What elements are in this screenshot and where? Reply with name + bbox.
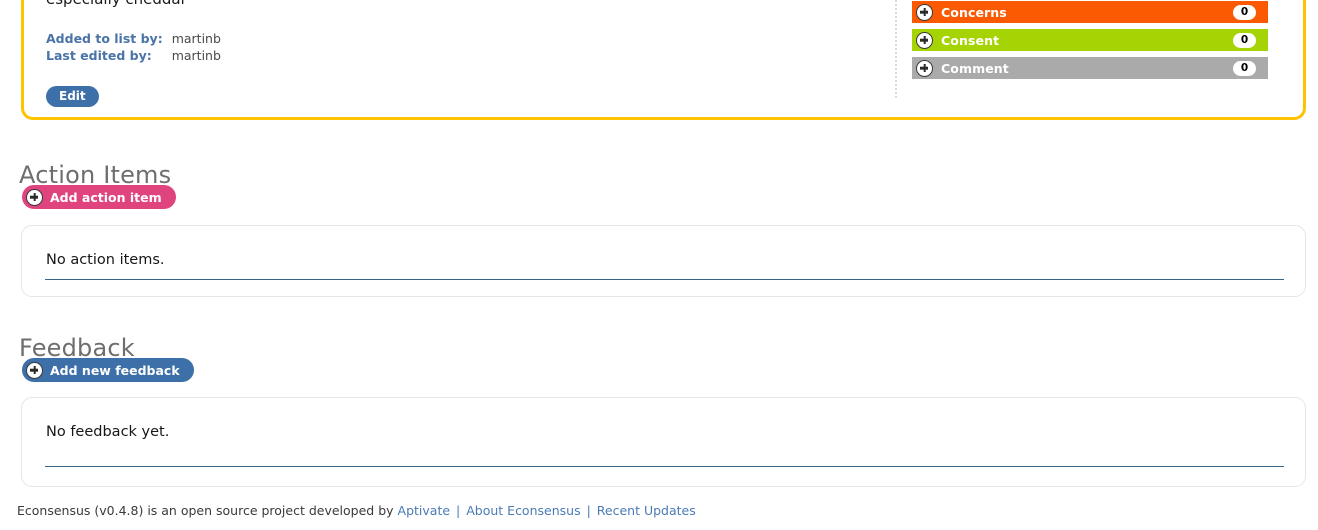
decision-meta-table: Added to list by: martinb Last edited by… <box>46 31 221 65</box>
decision-details: especially cheddar Added to list by: mar… <box>46 0 876 107</box>
plus-circle-icon <box>26 188 43 206</box>
footer-separator: | <box>586 503 591 518</box>
meta-row-last-edited: Last edited by: martinb <box>46 48 221 65</box>
plus-circle-icon <box>26 361 43 379</box>
decision-description: especially cheddar <box>46 0 876 9</box>
column-divider <box>895 0 897 98</box>
footer: Econsensus (v0.4.8) is an open source pr… <box>17 503 696 518</box>
footer-link-recent-updates[interactable]: Recent Updates <box>597 503 696 518</box>
plus-circle-icon <box>916 31 933 49</box>
added-to-list-by-value: martinb <box>171 31 221 46</box>
decision-card: especially cheddar Added to list by: mar… <box>21 0 1306 120</box>
page-root: especially cheddar Added to list by: mar… <box>0 0 1318 530</box>
add-consent-button[interactable]: Consent 0 <box>912 29 1268 51</box>
decision-card-inner: especially cheddar Added to list by: mar… <box>24 0 1303 117</box>
add-action-item-button[interactable]: Add action item <box>22 185 176 209</box>
last-edited-by-label: Last edited by: <box>46 48 152 63</box>
comment-count-badge: 0 <box>1233 60 1256 76</box>
edit-decision-button[interactable]: Edit <box>46 86 99 107</box>
plus-circle-icon <box>916 59 933 77</box>
add-concerns-button[interactable]: Concerns 0 <box>912 1 1268 23</box>
last-edited-by-value: martinb <box>171 48 221 63</box>
footer-text: Econsensus (v0.4.8) is an open source pr… <box>17 503 394 518</box>
feedback-panel: No feedback yet. <box>21 397 1306 487</box>
action-items-panel: No action items. <box>21 225 1306 297</box>
footer-link-aptivate[interactable]: Aptivate <box>398 503 451 518</box>
consent-label: Consent <box>941 32 1000 48</box>
add-new-feedback-label: Add new feedback <box>50 362 180 378</box>
action-items-empty-text: No action items. <box>46 252 165 268</box>
meta-row-added-by: Added to list by: martinb <box>46 31 221 48</box>
add-comment-button[interactable]: Comment 0 <box>912 57 1268 79</box>
feedback-empty-text: No feedback yet. <box>46 424 170 440</box>
response-buttons-group: Concerns 0 Consent 0 Comment 0 <box>912 1 1268 85</box>
comment-label: Comment <box>941 60 1009 76</box>
footer-link-about-econsensus[interactable]: About Econsensus <box>466 503 580 518</box>
action-items-divider <box>45 279 1284 280</box>
add-new-feedback-button[interactable]: Add new feedback <box>22 358 194 382</box>
concerns-label: Concerns <box>941 4 1007 20</box>
add-action-item-label: Add action item <box>50 189 162 205</box>
footer-separator: | <box>456 503 461 518</box>
consent-count-badge: 0 <box>1233 32 1256 48</box>
concerns-count-badge: 0 <box>1233 4 1256 20</box>
feedback-divider <box>45 466 1284 467</box>
added-to-list-by-label: Added to list by: <box>46 31 163 46</box>
plus-circle-icon <box>916 3 933 21</box>
